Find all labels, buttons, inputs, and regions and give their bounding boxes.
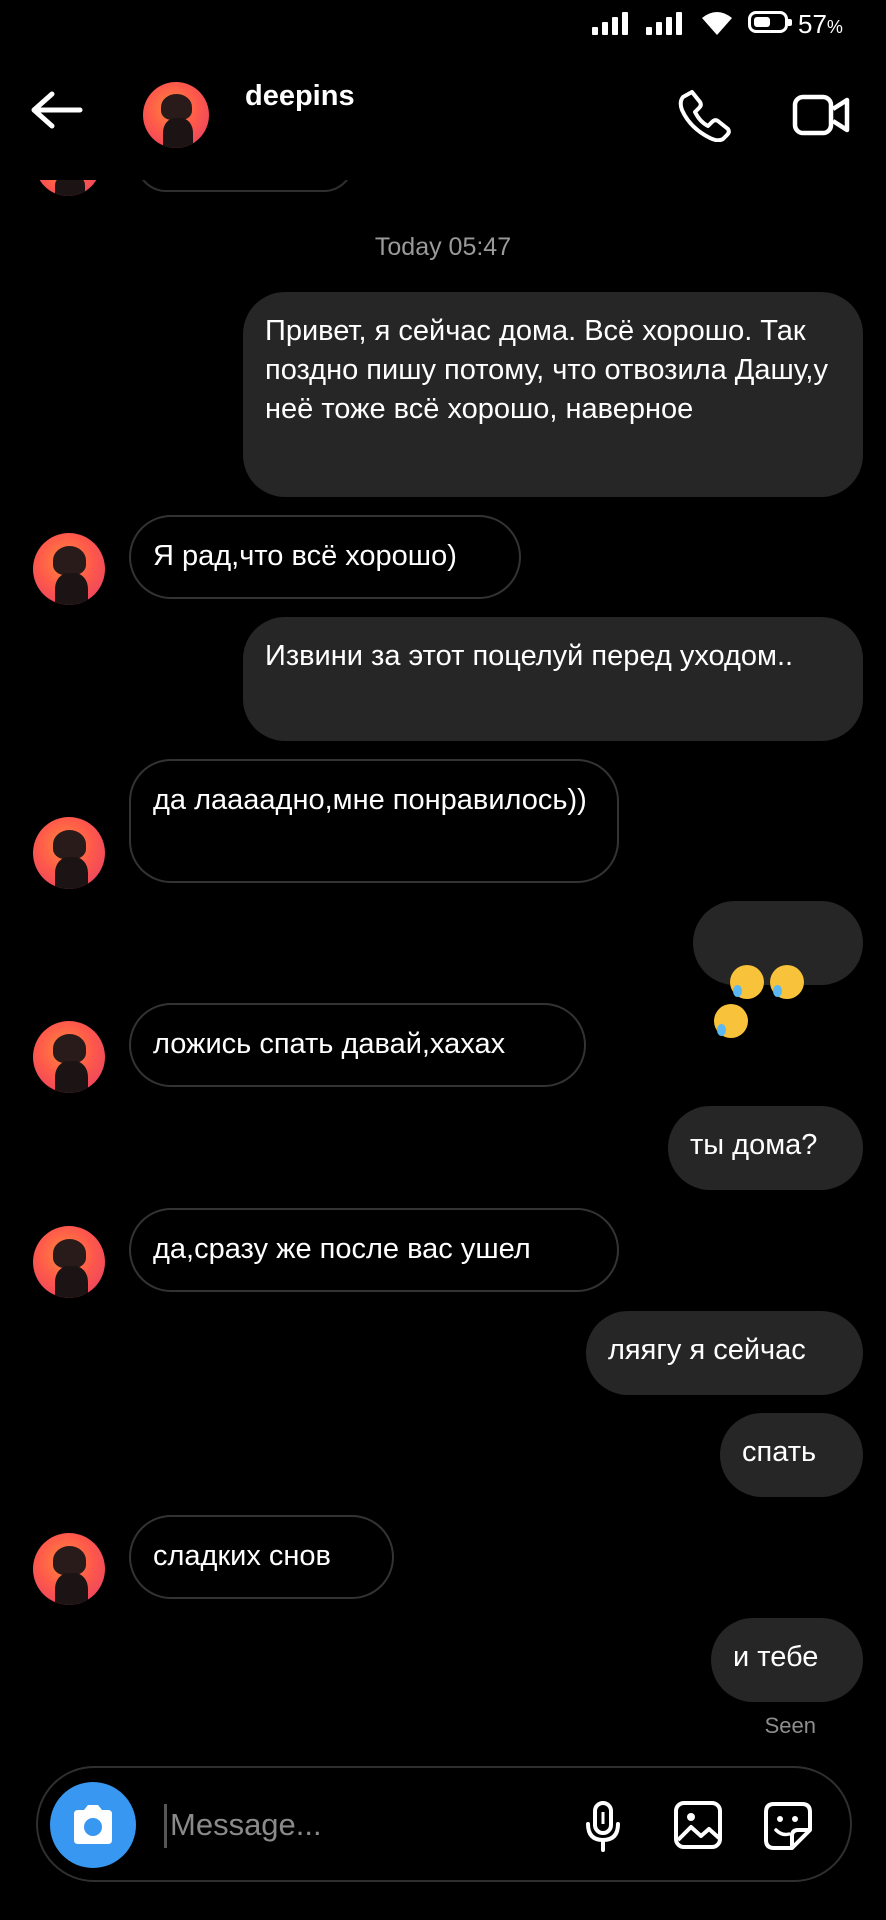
microphone-icon[interactable] — [583, 1800, 623, 1852]
message-bubble-emoji[interactable] — [693, 901, 863, 1039]
message-bubble-received[interactable]: Я рад,что всё хорошо) — [129, 515, 521, 599]
avatar[interactable] — [33, 1226, 105, 1298]
avatar[interactable] — [33, 1533, 105, 1605]
status-bar: 57% — [0, 0, 886, 50]
signal-icon-2 — [646, 12, 682, 35]
message-bubble-received[interactable]: сладких снов — [129, 1515, 394, 1599]
signal-icon — [592, 12, 628, 35]
conversation-timestamp: Today 05:47 — [374, 233, 512, 261]
message-input[interactable] — [168, 1794, 552, 1856]
username[interactable]: deepins — [245, 80, 355, 113]
battery-icon — [748, 11, 792, 33]
avatar[interactable] — [33, 817, 105, 889]
back-arrow-icon[interactable] — [28, 90, 84, 130]
message-bubble-received[interactable]: да лаааадно,мне понравилось)) — [129, 759, 619, 883]
gallery-icon[interactable] — [673, 1800, 723, 1850]
message-bubble-sent[interactable]: Привет, я сейчас дома. Всё хорошо. Так п… — [243, 292, 863, 497]
seen-status: Seen — [764, 1713, 816, 1738]
message-bubble-sent[interactable]: ты дома? — [668, 1106, 863, 1190]
camera-icon — [74, 1805, 112, 1844]
text-cursor — [164, 1804, 167, 1848]
header-avatar[interactable] — [143, 82, 209, 148]
message-bubble-sent[interactable]: Извини за этот поцелуй перед уходом.. — [243, 617, 863, 741]
battery-percent: 57% — [798, 9, 843, 39]
camera-button[interactable] — [50, 1782, 136, 1868]
avatar[interactable] — [33, 1021, 105, 1093]
video-call-icon[interactable] — [792, 92, 850, 138]
message-bubble-received[interactable]: да,сразу же после вас ушел — [129, 1208, 619, 1292]
crying-face-icon — [770, 965, 805, 1000]
message-bubble-sent[interactable]: спать — [720, 1413, 863, 1497]
message-bubble-sent[interactable]: ляягу я сейчас — [586, 1311, 863, 1395]
message-composer — [36, 1766, 852, 1882]
sticker-icon[interactable] — [762, 1800, 814, 1852]
message-bubble-received[interactable]: ложись спать давай,хахах — [129, 1003, 586, 1087]
wifi-icon — [702, 12, 732, 35]
crying-face-icon — [714, 1004, 748, 1039]
phone-call-icon[interactable] — [678, 88, 732, 142]
crying-face-icon — [730, 965, 765, 1000]
chat-header: deepins — [0, 50, 886, 180]
message-bubble-sent[interactable]: и тебе — [711, 1618, 863, 1702]
avatar[interactable] — [33, 533, 105, 605]
